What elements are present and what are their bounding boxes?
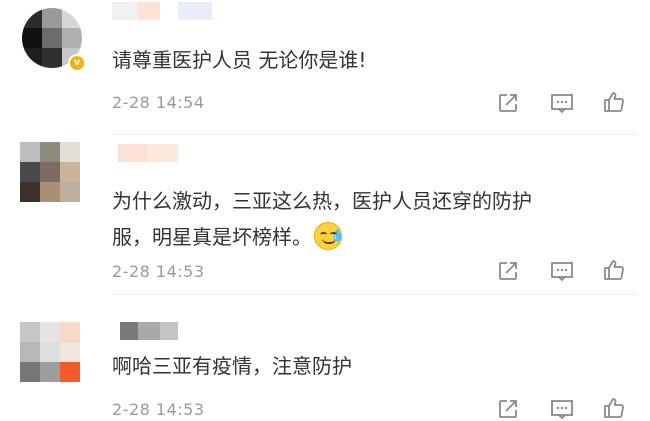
share-icon [499,94,517,112]
reply-button[interactable] [548,257,576,285]
share-button[interactable] [494,89,522,117]
comment-text-line: 服，明星真是坏榜样。 💧 [112,219,345,255]
sweat-smile-emoji-icon: 💧 [314,222,345,250]
reply-button[interactable] [548,89,576,117]
comment-item: v 请尊重医护人员 无论你是谁! 2-28 14:54 [0,0,650,134]
like-icon [604,398,624,418]
like-icon [604,260,624,280]
avatar[interactable] [20,322,80,382]
verified-badge-icon: v [68,54,86,72]
comment-icon [551,94,573,114]
username[interactable] [112,2,212,20]
comment-text-continuation: 服，明星真是坏榜样。 [112,225,312,249]
comment-item: 啊哈三亚有疫情，注意防护 2-28 14:53 [0,294,650,421]
username[interactable] [120,322,178,340]
share-icon [499,400,517,418]
avatar[interactable] [20,142,80,202]
like-button[interactable] [600,88,628,116]
comment-icon [551,262,573,282]
share-button[interactable] [494,257,522,285]
comment-text: 啊哈三亚有疫情，注意防护 [112,354,352,378]
comment-time: 2-28 14:53 [112,262,205,281]
comment-text-line: 为什么激动，三亚这么热，医护人员还穿的防护 [112,189,532,213]
comment-time: 2-28 14:54 [112,93,205,112]
reply-button[interactable] [548,395,576,421]
like-button[interactable] [600,256,628,284]
comment-text: 请尊重医护人员 无论你是谁! [112,48,367,72]
share-icon [499,262,517,280]
like-button[interactable] [600,394,628,421]
username[interactable] [118,144,178,162]
share-button[interactable] [494,395,522,421]
comment-item: 为什么激动，三亚这么热，医护人员还穿的防护 服，明星真是坏榜样。 💧 2-28 1… [0,134,650,294]
comment-icon [551,400,573,420]
comment-time: 2-28 14:53 [112,400,205,419]
like-icon [604,92,624,112]
